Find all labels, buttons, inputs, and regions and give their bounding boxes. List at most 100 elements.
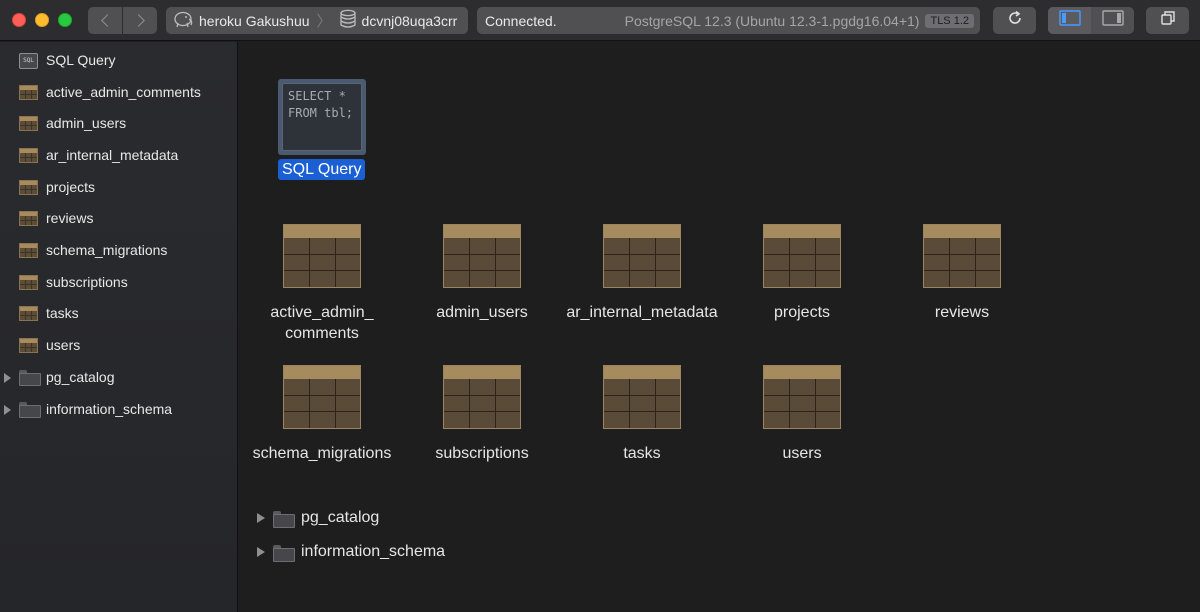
windows-icon	[1160, 10, 1176, 31]
zoom-window-button[interactable]	[58, 13, 72, 27]
sidebar-item-sql-query[interactable]: SQL SQL Query	[0, 46, 238, 74]
folder-icon	[273, 544, 295, 562]
table-tile[interactable]: users	[722, 365, 882, 464]
folder-icon	[19, 402, 41, 418]
table-name: schema_migrations	[252, 445, 392, 462]
sidebar-item-label: pg_catalog	[46, 369, 115, 385]
disclosure-triangle-icon[interactable]	[257, 513, 265, 523]
elephant-icon	[172, 10, 194, 31]
table-tile[interactable]: subscriptions	[402, 365, 562, 464]
table-icon	[763, 365, 841, 429]
forward-button[interactable]	[123, 7, 157, 34]
server-version: PostgreSQL 12.3 (Ubuntu 12.3-1.pgdg16.04…	[624, 12, 920, 29]
sql-query-icon: SELECT * FROM tbl;	[278, 79, 366, 155]
toggle-left-sidebar-button[interactable]	[1048, 7, 1091, 34]
disclosure-triangle-icon[interactable]	[4, 405, 11, 415]
sidebar-right-icon	[1101, 10, 1124, 31]
sql-query-icon: SQL	[19, 53, 38, 69]
table-tile[interactable]: tasks	[562, 365, 722, 464]
sidebar-item-label: active_admin_comments	[46, 84, 201, 100]
table-icon	[19, 116, 38, 131]
schema-row[interactable]: information_schema	[257, 540, 445, 564]
table-icon	[19, 85, 38, 100]
sidebar-item-label: tasks	[46, 305, 79, 321]
sidebar-item-table[interactable]: schema_migrations	[0, 236, 238, 264]
table-icon	[603, 224, 681, 288]
reload-icon	[1007, 10, 1023, 31]
table-icon	[19, 211, 38, 226]
breadcrumb: heroku Gakushuu 〉 dcvnj08uqa3crr	[166, 7, 468, 34]
app-window: heroku Gakushuu 〉 dcvnj08uqa3crr Connect…	[0, 0, 1200, 612]
content-area: SELECT * FROM tbl; SQL Query active_admi…	[239, 42, 1200, 612]
reload-button[interactable]	[993, 7, 1036, 34]
table-icon	[443, 224, 521, 288]
sidebar-item-label: projects	[46, 179, 96, 195]
table-icon	[19, 243, 38, 258]
table-tile[interactable]: ar_internal_metadata	[562, 224, 722, 323]
sidebar-item-table[interactable]: users	[0, 331, 238, 359]
table-icon	[19, 338, 38, 353]
navigation-buttons	[88, 7, 157, 34]
sidebar-item-schema[interactable]: information_schema	[0, 395, 238, 423]
sidebar-item-label: reviews	[46, 210, 94, 226]
table-icon	[19, 180, 38, 195]
sql-query-tile[interactable]: SELECT * FROM tbl; SQL Query	[278, 79, 368, 180]
back-button[interactable]	[88, 7, 122, 34]
table-icon	[283, 224, 361, 288]
table-icon	[923, 224, 1001, 288]
schema-row[interactable]: pg_catalog	[257, 506, 379, 530]
sidebar-toggle-group	[1048, 7, 1134, 34]
table-name: admin_users	[436, 304, 528, 321]
table-name: reviews	[934, 304, 990, 321]
sidebar: SQL SQL Query active_admin_comments admi…	[0, 42, 238, 612]
disclosure-triangle-icon[interactable]	[4, 373, 11, 383]
breadcrumb-database[interactable]: dcvnj08uqa3crr	[362, 13, 458, 29]
table-icon	[19, 306, 38, 321]
database-icon	[339, 9, 357, 32]
table-name: users	[782, 445, 822, 462]
sidebar-item-label: SQL Query	[46, 52, 116, 68]
sidebar-item-table[interactable]: projects	[0, 173, 238, 201]
table-tile[interactable]: projects	[722, 224, 882, 323]
folder-icon	[19, 370, 41, 386]
table-name: active_admin_ comments	[270, 304, 374, 342]
sidebar-item-label: subscriptions	[46, 274, 128, 290]
table-tile[interactable]: reviews	[882, 224, 1042, 323]
schema-name: pg_catalog	[301, 509, 380, 526]
schema-name: information_schema	[301, 543, 446, 560]
sql-preview: SELECT * FROM tbl;	[282, 83, 362, 151]
close-window-button[interactable]	[12, 13, 26, 27]
table-tile[interactable]: active_admin_ comments	[242, 224, 402, 344]
tls-badge: TLS 1.2	[925, 13, 974, 28]
disclosure-triangle-icon[interactable]	[257, 547, 265, 557]
chevron-right-icon	[131, 14, 145, 27]
sidebar-item-label: schema_migrations	[46, 242, 168, 258]
toggle-right-sidebar-button[interactable]	[1091, 7, 1134, 34]
sidebar-item-table[interactable]: tasks	[0, 299, 238, 327]
sidebar-item-label: ar_internal_metadata	[46, 147, 179, 163]
table-icon	[603, 365, 681, 429]
toolbar: heroku Gakushuu 〉 dcvnj08uqa3crr Connect…	[0, 0, 1200, 41]
sidebar-item-table[interactable]: active_admin_comments	[0, 78, 238, 106]
table-name: ar_internal_metadata	[566, 304, 718, 321]
sidebar-item-table[interactable]: subscriptions	[0, 268, 238, 296]
sidebar-item-label: users	[46, 337, 81, 353]
connection-status: Connected.	[485, 12, 557, 29]
sidebar-item-table[interactable]: reviews	[0, 204, 238, 232]
table-name: tasks	[623, 445, 661, 462]
table-name: projects	[773, 304, 831, 321]
sql-query-label: SQL Query	[278, 159, 366, 180]
breadcrumb-connection[interactable]: heroku Gakushuu	[199, 13, 310, 29]
table-icon	[443, 365, 521, 429]
sidebar-item-schema[interactable]: pg_catalog	[0, 363, 238, 391]
folder-icon	[273, 510, 295, 528]
sidebar-item-table[interactable]: admin_users	[0, 109, 238, 137]
table-tile[interactable]: schema_migrations	[242, 365, 402, 464]
sidebar-item-label: information_schema	[46, 401, 173, 417]
windows-button[interactable]	[1146, 7, 1189, 34]
sidebar-item-table[interactable]: ar_internal_metadata	[0, 141, 238, 169]
table-icon	[763, 224, 841, 288]
minimize-window-button[interactable]	[35, 13, 49, 27]
table-tile[interactable]: admin_users	[402, 224, 562, 323]
table-name: subscriptions	[435, 445, 529, 462]
